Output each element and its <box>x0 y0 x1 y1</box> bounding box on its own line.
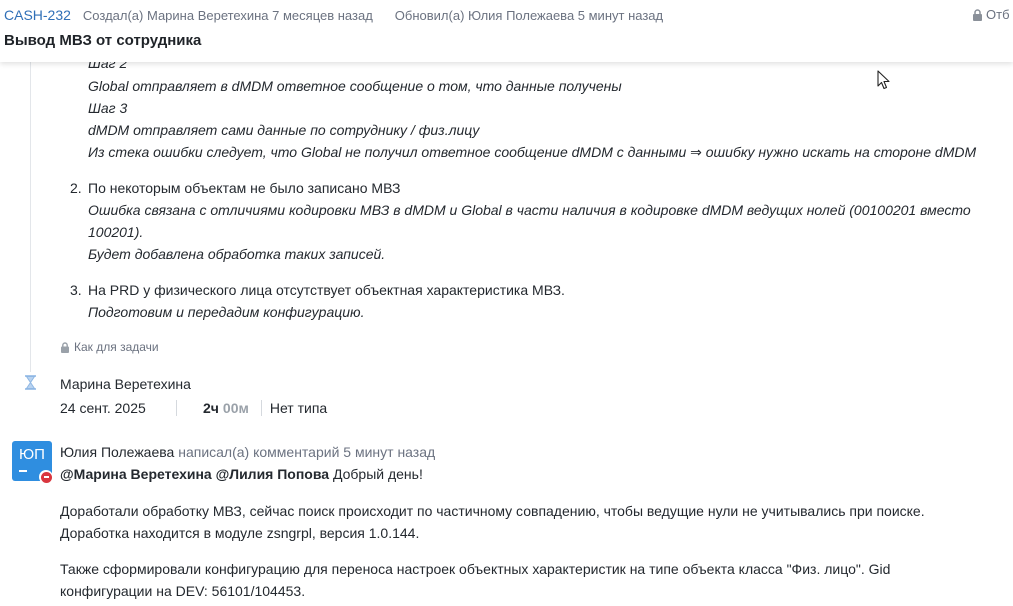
mouse-cursor-icon <box>877 70 890 90</box>
comment-text: Также сформировали конфигурацию для пере… <box>60 561 891 577</box>
comment-header: Юлия Полежаева написал(а) комментарий 5 … <box>60 444 435 460</box>
list-number: 3. <box>70 282 82 298</box>
issue-meta: CASH-232 Создал(а) Марина Веретехина 7 м… <box>4 7 663 23</box>
status-badge <box>39 470 53 484</box>
worklog-hours: 2ч <box>203 400 219 416</box>
list-item-title: На PRD у физического лица отсутствует об… <box>88 282 565 298</box>
list-number: 2. <box>70 180 82 196</box>
step3-label: Шаг 3 <box>88 100 128 116</box>
worklog-date: 24 сент. 2025 <box>60 400 146 416</box>
divider <box>176 400 177 416</box>
worklog-author[interactable]: Марина Веретехина <box>60 376 191 392</box>
created-info: Создал(а) Марина Веретехина 7 месяцев на… <box>82 7 373 23</box>
mention-link[interactable]: @Марина Веретехина <box>60 466 212 482</box>
comment-text: конфигурации на DEV: 56101/104453. <box>60 583 306 599</box>
comment-greeting-line: @Марина Веретехина @Лилия Попова Добрый … <box>60 466 423 482</box>
timeline-line <box>30 62 31 372</box>
step2-label: Шаг 2 <box>88 62 128 71</box>
list-item-detail: Ошибка связана с отличиями кодировки МВЗ… <box>88 202 971 218</box>
visibility-label: Как для задачи <box>74 340 159 354</box>
comment-text: Доработали обработку МВЗ, сейчас поиск п… <box>60 503 925 519</box>
worklog-details: 24 сент. 2025 2ч 00м Нет типа <box>60 400 327 416</box>
lock-icon <box>973 8 982 21</box>
comment-action: написал(а) комментарий 5 минут назад <box>178 444 436 460</box>
activity-feed: Шаг 2 Global отправляет в dMDM ответное … <box>0 62 1013 606</box>
comment-author[interactable]: Юлия Полежаева <box>60 444 174 460</box>
visibility-label: Отб <box>986 7 1010 22</box>
lock-icon <box>61 341 69 353</box>
updated-info: Обновил(а) Юлия Полежаева 5 минут назад <box>394 7 664 23</box>
avatar-underline <box>19 470 27 472</box>
issue-title: Вывод МВЗ от сотрудника <box>4 32 202 49</box>
step3-text: dMDM отправляет сами данные по сотрудник… <box>88 122 480 138</box>
task-key-link[interactable]: CASH-232 <box>4 7 71 23</box>
list-item-detail: Подготовим и передадим конфигурацию. <box>88 304 365 320</box>
description-visibility[interactable]: Как для задачи <box>60 340 159 354</box>
stack-note: Из стека ошибки следует, что Global не п… <box>88 144 977 160</box>
issue-header: CASH-232 Создал(а) Марина Веретехина 7 м… <box>0 0 1013 62</box>
greeting-text: Добрый день! <box>332 466 423 482</box>
hourglass-icon <box>25 375 36 390</box>
list-item-detail: 100201). <box>88 224 144 240</box>
avatar-initials: ЮП <box>19 446 45 463</box>
busy-icon <box>40 471 52 483</box>
worklog-type: Нет типа <box>269 400 328 416</box>
mention-link[interactable]: @Лилия Попова <box>216 466 329 482</box>
worklog-minutes: 00м <box>222 400 249 416</box>
list-item-detail: Будет добавлена обработка таких записей. <box>88 246 386 262</box>
divider <box>260 400 262 416</box>
step2-text: Global отправляет в dMDM ответное сообще… <box>88 78 622 94</box>
comment-text: Доработка находится в модуле zsngrpl, ве… <box>60 525 420 541</box>
visibility-toggle[interactable]: Отб <box>972 7 1010 22</box>
list-item-title: По некоторым объектам не было записано М… <box>88 180 401 196</box>
